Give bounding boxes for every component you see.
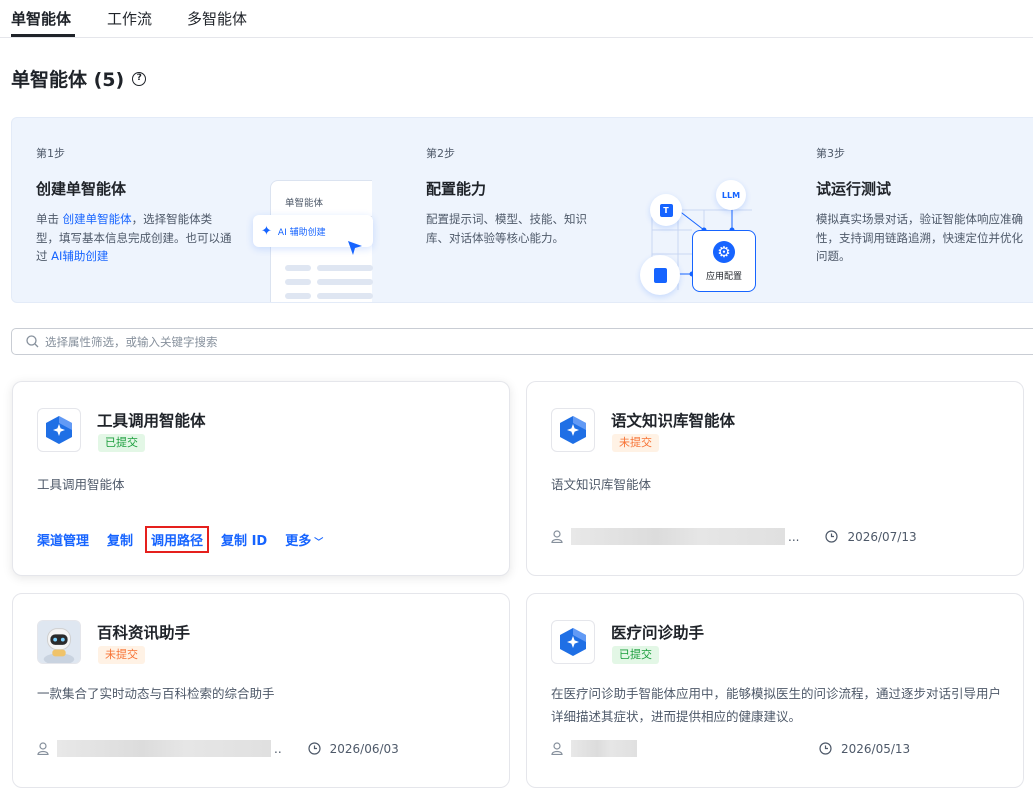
agent-card-medical[interactable]: 医疗问诊助手 已提交 在医疗问诊助手智能体应用中，能够模拟医生的问诊流程，通过逐… (526, 593, 1024, 788)
date-group: 2026/05/13 (819, 742, 910, 756)
owner-ellipsis: ... (788, 529, 800, 544)
help-icon[interactable]: ? (132, 71, 147, 86)
step3-description: 模拟真实场景对话，验证智能体响应准确性，支持调用链路追溯，快速定位并优化问题。 (816, 212, 1023, 263)
user-icon (551, 530, 563, 543)
tab-workflow[interactable]: 工作流 (107, 8, 152, 29)
card-title: 工具调用智能体 (97, 412, 206, 430)
agent-card-encyclopedia[interactable]: 百科资讯助手 未提交 一款集合了实时动态与百科检索的综合助手 .. 2026/0… (12, 593, 510, 788)
create-agent-link[interactable]: 创建单智能体 (63, 212, 132, 226)
clock-icon (819, 742, 832, 755)
hexagon-sparkle-icon (551, 620, 595, 664)
step3-number: 第3步 (816, 147, 845, 160)
step2-description: 配置提示词、模型、技能、知识库、对话体验等核心能力。 (426, 212, 587, 245)
card-description: 一款集合了实时动态与百科检索的综合助手 (37, 686, 275, 701)
hexagon-sparkle-icon (37, 408, 81, 452)
step1-number: 第1步 (36, 147, 65, 160)
agent-card-chinese-kb[interactable]: 语文知识库智能体 未提交 语文知识库智能体 ... 2026/07/13 (526, 381, 1024, 576)
illustration-header: 单智能体 (285, 198, 324, 209)
channel-manage-button[interactable]: 渠道管理 (37, 530, 89, 549)
cursor-icon (348, 241, 362, 255)
card-meta: .. 2026/06/03 (37, 740, 399, 757)
owner-redacted (571, 740, 637, 757)
date-group: 2026/06/03 (308, 742, 399, 756)
card-title: 语文知识库智能体 (611, 412, 736, 430)
status-badge: 未提交 (612, 434, 659, 452)
step1-title: 创建单智能体 (36, 180, 127, 198)
page-title-text: 单智能体 (5) (11, 69, 125, 91)
clock-icon (308, 742, 321, 755)
owner-redacted (571, 528, 785, 545)
search-input[interactable] (45, 334, 945, 349)
card-description: 语文知识库智能体 (551, 477, 652, 492)
search-icon (26, 335, 39, 348)
card-actions: 渠道管理 复制 调用路径 复制 ID 更多 ﹀ (37, 526, 341, 553)
step1-description: 单击 创建单智能体，选择智能体类型，填写基本信息完成创建。也可以通过 AI辅助创… (36, 212, 232, 263)
robot-avatar-icon (37, 620, 81, 664)
app-config-box: ⚙ 应用配置 (692, 230, 756, 292)
updated-date: 2026/05/13 (841, 741, 911, 756)
text-node-icon: T (650, 194, 682, 226)
updated-date: 2026/07/13 (847, 529, 917, 544)
step2-title: 配置能力 (426, 180, 487, 198)
card-meta: 2026/05/13 (551, 740, 910, 757)
card-description: 工具调用智能体 (37, 477, 125, 492)
clock-icon (825, 530, 839, 543)
owner-ellipsis: .. (274, 741, 282, 756)
copy-id-button[interactable]: 复制 ID (221, 530, 267, 549)
updated-date: 2026/06/03 (329, 741, 399, 756)
status-badge: 已提交 (612, 646, 659, 664)
status-badge: 已提交 (98, 434, 145, 452)
steps-banner: 第1步 创建单智能体 单击 创建单智能体，选择智能体类型，填写基本信息完成创建。… (11, 117, 1033, 303)
step2-illustration: T LLM ⚙ 应用配置 (632, 174, 762, 302)
app-config-label: 应用配置 (705, 271, 742, 282)
page-title: 单智能体 (5) ? (11, 65, 147, 92)
user-icon (551, 742, 563, 755)
book-node-icon (640, 255, 680, 295)
agent-card-tool-call[interactable]: 工具调用智能体 已提交 工具调用智能体 渠道管理 复制 调用路径 复制 ID 更… (12, 381, 510, 576)
owner-redacted (57, 740, 271, 757)
ai-pill-label: AI 辅助创建 (277, 227, 326, 238)
card-title: 医疗问诊助手 (611, 624, 705, 642)
tab-multi-agent[interactable]: 多智能体 (187, 8, 247, 29)
llm-node-icon: LLM (716, 180, 746, 210)
call-path-button[interactable]: 调用路径 (145, 526, 210, 553)
more-button[interactable]: 更多 ﹀ (285, 530, 323, 549)
chevron-down-icon: ﹀ (314, 538, 324, 548)
date-group: 2026/07/13 (825, 529, 917, 544)
tab-single-agent[interactable]: 单智能体 (11, 8, 71, 29)
sparkle-icon: ✦ (261, 223, 272, 239)
user-icon (37, 742, 49, 755)
step3-title: 试运行测试 (816, 180, 892, 198)
hexagon-sparkle-icon (551, 408, 595, 452)
card-title: 百科资讯助手 (97, 624, 191, 642)
status-badge: 未提交 (98, 646, 145, 664)
active-tab-indicator (11, 34, 75, 37)
gear-icon: ⚙ (713, 240, 735, 263)
card-description: 在医疗问诊助手智能体应用中，能够模拟医生的问诊流程，通过逐步对话引导用户详细描述… (551, 686, 1002, 724)
more-label: 更多 (285, 534, 312, 549)
card-meta: ... 2026/07/13 (551, 528, 917, 545)
step2-number: 第2步 (426, 147, 455, 160)
copy-button[interactable]: 复制 (107, 530, 133, 549)
ai-assist-create-link[interactable]: AI辅助创建 (51, 249, 108, 263)
top-tabs: 单智能体 工作流 多智能体 (0, 0, 1033, 38)
search-bar[interactable] (11, 328, 1033, 355)
